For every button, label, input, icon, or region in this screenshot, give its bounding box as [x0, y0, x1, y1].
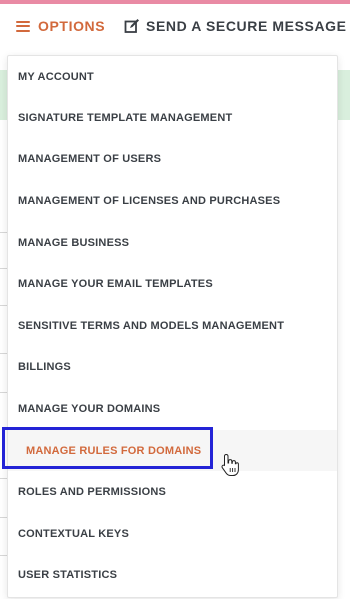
- menu-item-manage-domains[interactable]: MANAGE YOUR DOMAINS: [8, 388, 337, 429]
- secure-message-label: SEND A SECURE MESSAGE: [146, 18, 347, 34]
- menu-item-label: SENSITIVE TERMS AND MODELS MANAGEMENT: [18, 319, 285, 332]
- menu-item-manage-business[interactable]: MANAGE BUSINESS: [8, 222, 337, 263]
- menu-item-my-account[interactable]: MY ACCOUNT: [8, 56, 337, 97]
- menu-item-management-of-users[interactable]: MANAGEMENT OF USERS: [8, 138, 337, 179]
- menu-item-label: SIGNATURE TEMPLATE MANAGEMENT: [18, 111, 233, 124]
- menu-item-label: MANAGE BUSINESS: [18, 236, 130, 249]
- menu-item-manage-rules-for-domains[interactable]: MANAGE RULES FOR DOMAINS: [8, 430, 337, 471]
- menu-item-label: MANAGE YOUR EMAIL TEMPLATES: [18, 277, 213, 290]
- menu-item-label: MY ACCOUNT: [18, 70, 94, 83]
- menu-item-signature-template-management[interactable]: SIGNATURE TEMPLATE MANAGEMENT: [8, 97, 337, 138]
- menu-item-label: ROLES AND PERMISSIONS: [18, 485, 167, 498]
- menu-item-label: MANAGE RULES FOR DOMAINS: [26, 444, 202, 457]
- menu-item-billings[interactable]: BILLINGS: [8, 346, 337, 387]
- menu-item-roles-and-permissions[interactable]: ROLES AND PERMISSIONS: [8, 471, 337, 512]
- menu-item-licenses-and-purchases[interactable]: MANAGEMENT OF LICENSES AND PURCHASES: [8, 180, 337, 221]
- menu-item-label: MANAGEMENT OF USERS: [18, 152, 162, 165]
- menu-item-label: USER STATISTICS: [18, 568, 118, 581]
- send-secure-message-button[interactable]: SEND A SECURE MESSAGE: [124, 18, 347, 34]
- menu-item-label: BILLINGS: [18, 360, 71, 373]
- options-dropdown-menu: MY ACCOUNT SIGNATURE TEMPLATE MANAGEMENT…: [7, 55, 338, 598]
- options-menu-button[interactable]: OPTIONS: [16, 18, 105, 34]
- hamburger-menu-icon: [16, 20, 30, 32]
- menu-item-label: MANAGE YOUR DOMAINS: [18, 402, 161, 415]
- menu-item-label: MANAGEMENT OF LICENSES AND PURCHASES: [18, 194, 281, 207]
- options-label: OPTIONS: [38, 18, 106, 34]
- top-bar: OPTIONS SEND A SECURE MESSAGE: [0, 4, 350, 52]
- menu-item-contextual-keys[interactable]: CONTEXTUAL KEYS: [8, 513, 337, 554]
- edit-message-icon: [124, 19, 139, 33]
- menu-item-sensitive-terms[interactable]: SENSITIVE TERMS AND MODELS MANAGEMENT: [8, 305, 337, 346]
- menu-item-label: CONTEXTUAL KEYS: [18, 527, 129, 540]
- hand-pointer-cursor-icon: [221, 453, 239, 476]
- menu-item-user-statistics[interactable]: USER STATISTICS: [8, 554, 337, 595]
- menu-item-email-templates[interactable]: MANAGE YOUR EMAIL TEMPLATES: [8, 263, 337, 304]
